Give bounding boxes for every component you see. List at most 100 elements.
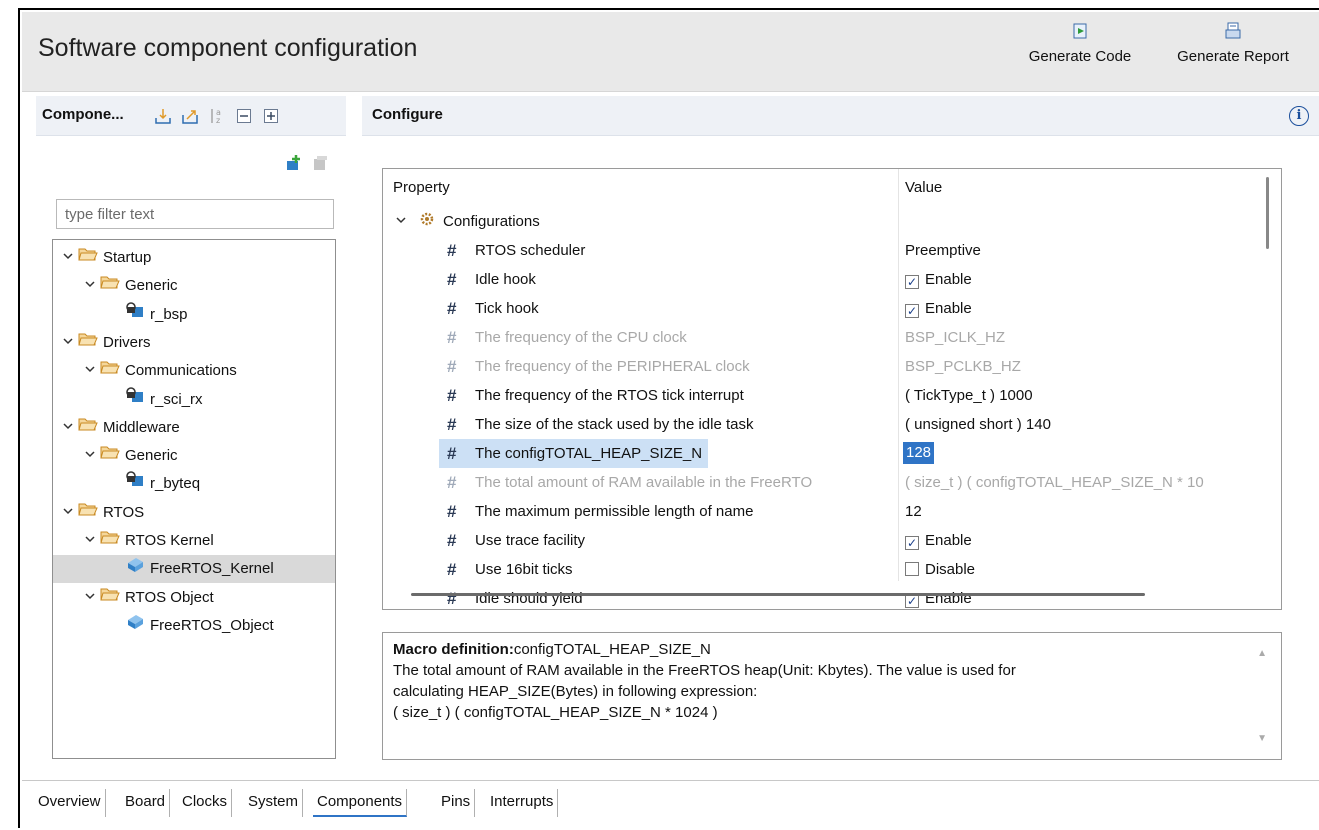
tree-item[interactable]: Startup [53,244,335,272]
tab-pins[interactable]: Pins [437,789,476,817]
property-row[interactable]: # RTOS scheduler Preemptive [383,236,1263,265]
sort-alpha-icon[interactable]: a z [208,107,226,125]
tab-components[interactable]: Components [313,789,408,817]
tree-item[interactable]: Drivers [53,329,335,357]
generate-code-button[interactable]: Generate Code [1014,22,1146,65]
property-value[interactable]: ✓ Enable [905,294,972,323]
rtos-component-icon [125,555,145,583]
checkbox-checked-icon[interactable]: ✓ [905,275,919,289]
description-line-2: calculating HEAP_SIZE(Bytes) in followin… [393,683,758,700]
tree-item[interactable]: RTOS [53,499,335,527]
tab-board[interactable]: Board [121,789,171,817]
chevron-down-icon[interactable] [61,415,75,443]
property-value[interactable]: ✓ Enable [905,526,972,555]
import-icon[interactable] [154,107,172,125]
chevron-down-icon[interactable] [83,585,97,613]
property-value[interactable]: BSP_ICLK_HZ [905,323,1005,352]
tree-item[interactable]: r_bsp [53,301,335,329]
tree-item[interactable]: FreeRTOS_Kernel [53,555,335,584]
group-row-configurations[interactable]: Configurations [383,207,1263,236]
property-row[interactable]: # The maximum permissible length of name 1… [383,497,1263,526]
property-value[interactable]: ( TickType_t ) 1000 [905,381,1033,410]
tree-item-label: Middleware [103,418,180,436]
tree-item[interactable]: RTOS Kernel [53,527,335,555]
rtos-component-icon [125,612,145,640]
property-name: Idle should yield [475,590,583,607]
tree-item[interactable]: Generic [53,442,335,470]
chevron-down-icon[interactable] [83,273,97,301]
scroll-down-icon[interactable]: ▼ [1257,728,1267,749]
property-value[interactable]: ✓ Enable [905,265,972,294]
property-row[interactable]: # The size of the stack used by the idle … [383,410,1263,439]
expand-all-icon[interactable] [262,107,280,125]
horizontal-scrollbar[interactable] [411,593,1145,596]
property-value[interactable]: 12 [905,497,922,526]
scroll-up-icon[interactable]: ▲ [1257,643,1267,664]
checkbox-checked-icon[interactable]: ✓ [905,594,919,608]
tree-item-label: r_bsp [150,305,188,323]
collapse-all-icon[interactable] [235,107,253,125]
export-icon[interactable] [181,107,199,125]
property-row[interactable]: # Idle hook ✓ Enable [383,265,1263,294]
property-value[interactable]: ( unsigned short ) 140 [905,410,1051,439]
gear-icon [419,208,435,237]
column-header-property[interactable]: Property [393,179,450,196]
property-row[interactable]: # The frequency of the PERIPHERAL clock BS… [383,352,1263,381]
tree-item[interactable]: FreeRTOS_Object [53,612,335,640]
property-row[interactable]: # Use trace facility ✓ Enable [383,526,1263,555]
chevron-down-icon[interactable] [61,500,75,528]
property-value[interactable]: ( size_t ) ( configTOTAL_HEAP_SIZE_N * 1… [905,468,1204,497]
generate-report-button[interactable]: Generate Report [1158,22,1308,65]
vertical-scrollbar[interactable] [1266,177,1269,249]
folder-open-icon [100,527,120,555]
info-icon[interactable]: i [1289,106,1309,126]
tree-item[interactable]: Middleware [53,414,335,442]
property-value-text: 12 [905,503,922,520]
property-row[interactable]: # The frequency of the CPU clock BSP_ICLK_… [383,323,1263,352]
tab-interrupts[interactable]: Interrupts [486,789,559,817]
property-row[interactable]: # Use 16bit ticks Disable [383,555,1263,584]
group-label: Configurations [443,213,540,230]
tab-system[interactable]: System [244,789,304,817]
property-value[interactable]: 128 [903,442,935,464]
checkbox-checked-icon[interactable]: ✓ [905,304,919,318]
configure-panel-title: Configure [372,106,443,123]
property-row[interactable]: # Idle should yield ✓ Enable [383,584,1263,609]
configure-panel: Configure i Property Value Configuration… [362,96,1319,762]
tree-item-label: Communications [125,362,237,380]
hash-icon: # [447,415,457,434]
tab-clocks[interactable]: Clocks [178,789,233,817]
property-value[interactable]: BSP_PCLKB_HZ [905,352,1021,381]
property-row[interactable]: # The configTOTAL_HEAP_SIZE_N 128 [383,439,1263,468]
checkbox-unchecked-icon[interactable] [905,562,919,576]
tree-item[interactable]: r_byteq [53,470,335,498]
tree-item[interactable]: RTOS Object [53,584,335,612]
chevron-down-icon[interactable] [83,358,97,386]
property-value[interactable]: Preemptive [905,236,981,265]
property-name: Idle hook [475,271,536,288]
property-row[interactable]: # Tick hook ✓ Enable [383,294,1263,323]
chevron-down-icon[interactable] [395,207,407,236]
property-value[interactable]: ✓ Enable [905,584,972,609]
hash-icon: # [447,444,457,463]
property-value[interactable]: Disable [905,555,975,584]
chevron-down-icon[interactable] [61,245,75,273]
chevron-down-icon[interactable] [61,330,75,358]
tree-item[interactable]: r_sci_rx [53,386,335,414]
add-component-icon[interactable] [284,154,302,172]
app-window: Software component configuration Generat… [18,8,1319,830]
property-row[interactable]: # The total amount of RAM available in th… [383,468,1263,497]
property-value-text: Enable [925,532,972,549]
tree-item[interactable]: Generic [53,272,335,300]
tree-item[interactable]: Communications [53,357,335,385]
remove-component-icon[interactable] [311,154,329,172]
chevron-down-icon[interactable] [83,528,97,556]
filter-input[interactable] [56,199,334,229]
checkbox-checked-icon[interactable]: ✓ [905,536,919,550]
tab-overview[interactable]: Overview [34,789,106,817]
chevron-down-icon[interactable] [83,443,97,471]
property-row[interactable]: # The frequency of the RTOS tick interrup… [383,381,1263,410]
property-value-text: Enable [925,271,972,288]
column-header-value[interactable]: Value [905,179,942,196]
folder-open-icon [78,329,98,357]
